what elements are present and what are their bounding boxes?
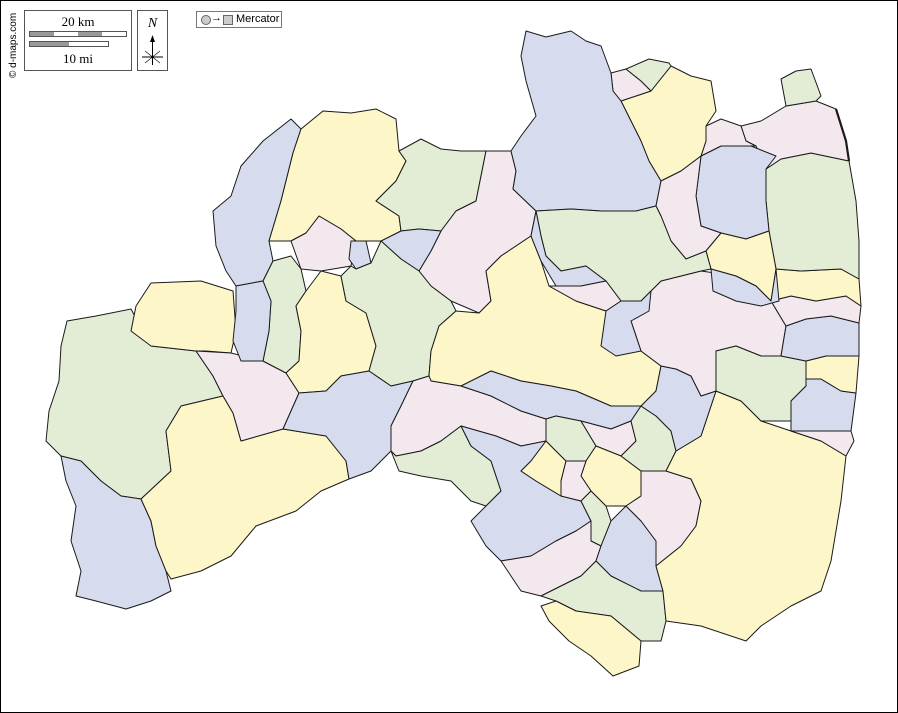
region-green-coast-tiny[interactable] [780,68,822,107]
projection-badge: → Mercator [196,11,282,28]
region-blue-lake[interactable] [232,280,272,362]
scale-km-label: 20 km [61,14,95,29]
projection-label: Mercator [236,13,280,25]
flat-map-icon [223,15,233,25]
scale-mi-bar [29,41,109,47]
region-northwest-yellow[interactable] [130,280,237,354]
region-green-coast-north[interactable] [765,152,860,280]
region-blue-northeast[interactable] [695,145,777,240]
scale-bar: 20 km 10 mi [24,10,132,71]
north-arrow: N [137,10,168,71]
scale-km-bar [29,31,127,37]
prefecture-map [45,30,862,677]
credit-text: © d-maps.com [8,12,19,78]
globe-icon [201,15,211,25]
north-label: N [147,16,158,31]
scale-mi-label: 10 mi [63,51,93,66]
projection-arrow: → [211,12,222,24]
compass-icon [142,35,163,65]
map-frame: © d-maps.com 20 km 10 mi N → Mercator [0,0,898,713]
